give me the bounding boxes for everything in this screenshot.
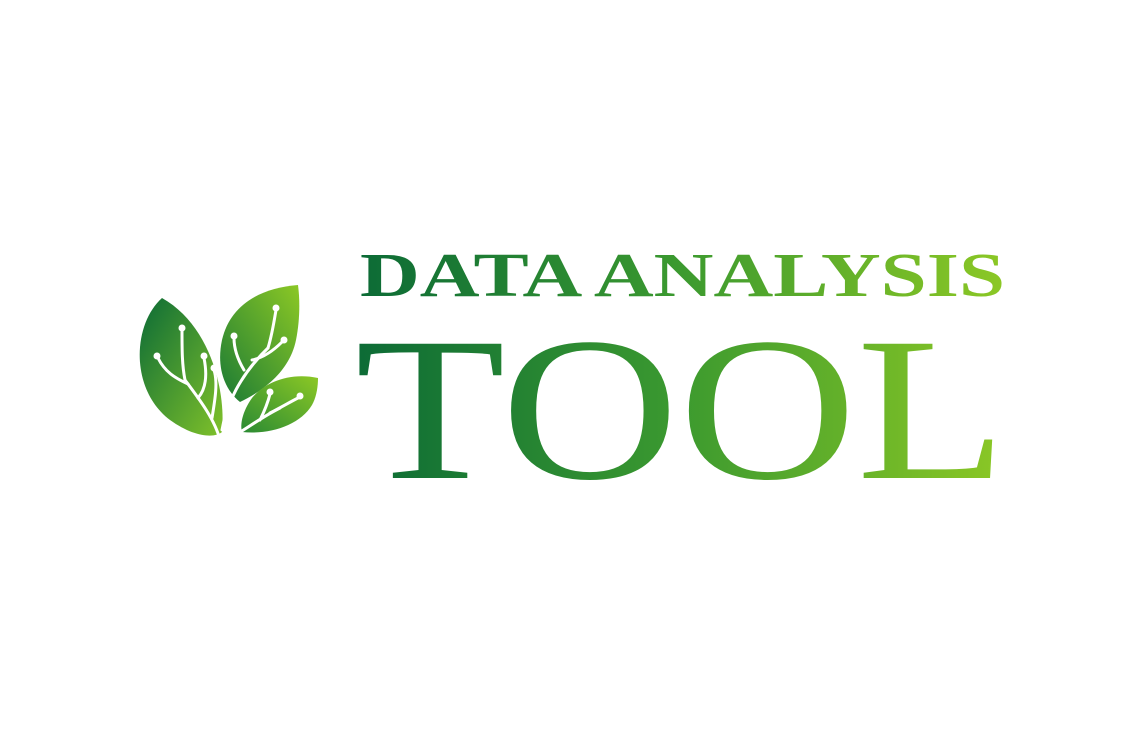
leaves-network-icon	[139, 285, 318, 442]
wordmark: DATA ANALYSIS TOOL	[355, 242, 1007, 492]
wordmark-line2: TOOL	[355, 296, 1007, 492]
logo-canvas: DATA ANALYSIS TOOL	[0, 0, 1143, 732]
